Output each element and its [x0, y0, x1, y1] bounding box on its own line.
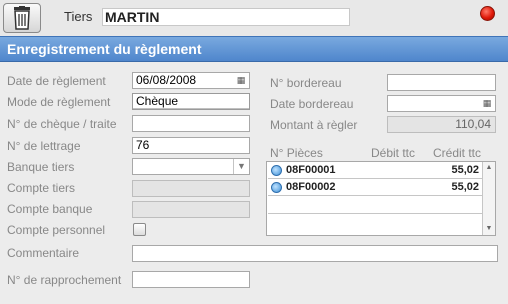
list-item[interactable]: 08F00002 55,02 — [268, 180, 482, 196]
page-title: Enregistrement du règlement — [7, 41, 202, 57]
compte-banque-field — [132, 201, 250, 218]
num-rapprochement-input[interactable] — [132, 271, 250, 288]
calendar-icon[interactable]: ▦ — [234, 74, 248, 87]
magnifier-icon[interactable] — [271, 165, 282, 176]
piece-number: 08F00001 — [286, 164, 336, 176]
compte-personnel-label: Compte personnel — [7, 223, 106, 237]
banque-tiers-label: Banque tiers — [7, 160, 75, 174]
chevron-down-icon[interactable]: ▼ — [233, 159, 249, 174]
num-rapprochement-label: N° de rapprochement — [7, 273, 122, 287]
scroll-up-icon[interactable]: ▲ — [483, 162, 495, 174]
list-item[interactable]: 08F00001 55,02 — [268, 163, 482, 179]
compte-personnel-checkbox[interactable] — [133, 223, 146, 236]
montant-label: Montant à règler — [270, 118, 358, 132]
piece-number: 08F00002 — [286, 181, 336, 193]
scrollbar[interactable]: ▲ ▼ — [482, 162, 495, 235]
tiers-input[interactable]: MARTIN — [102, 8, 350, 26]
compte-tiers-field — [132, 180, 250, 197]
piece-credit: 55,02 — [451, 164, 479, 176]
piece-credit: 55,02 — [451, 181, 479, 193]
date-reglement-value: 06/08/2008 — [136, 73, 197, 87]
mode-reglement-select[interactable]: Chèque — [132, 93, 250, 110]
pieces-header-credit: Crédit ttc — [433, 146, 482, 160]
compte-tiers-label: Compte tiers — [7, 181, 76, 195]
commentaire-input[interactable] — [132, 245, 498, 262]
close-button[interactable] — [480, 6, 495, 21]
pieces-header-debit: Débit ttc — [371, 146, 416, 160]
trash-icon — [14, 6, 30, 30]
calendar-icon[interactable]: ▦ — [480, 97, 494, 110]
list-item-empty — [268, 198, 482, 214]
scroll-down-icon[interactable]: ▼ — [483, 223, 495, 235]
num-bordereau-input[interactable] — [387, 74, 496, 91]
pieces-header-name: N° Pièces — [270, 146, 323, 160]
date-bordereau-field[interactable]: ▦ — [387, 95, 496, 112]
mode-reglement-value: Chèque — [136, 94, 179, 108]
montant-field: 110,04 — [387, 116, 496, 133]
pieces-list[interactable]: 08F00001 55,02 08F00002 55,02 ▲ ▼ — [266, 161, 496, 236]
num-lettrage-label: N° de lettrage — [7, 139, 81, 153]
mode-reglement-label: Mode de règlement — [7, 95, 111, 109]
commentaire-label: Commentaire — [7, 246, 80, 260]
tiers-label: Tiers — [64, 9, 93, 24]
magnifier-icon[interactable] — [271, 182, 282, 193]
num-cheque-label: N° de chèque / traite — [7, 117, 117, 131]
num-lettrage-input[interactable]: 76 — [132, 137, 250, 154]
date-bordereau-label: Date bordereau — [270, 97, 354, 111]
num-cheque-input[interactable] — [132, 115, 250, 132]
compte-banque-label: Compte banque — [7, 202, 93, 216]
date-reglement-field[interactable]: 06/08/2008 ▦ — [132, 72, 250, 89]
banque-tiers-select[interactable]: ▼ — [132, 158, 250, 175]
delete-button[interactable] — [3, 3, 41, 33]
num-bordereau-label: N° bordereau — [270, 76, 342, 90]
date-reglement-label: Date de règlement — [7, 74, 106, 88]
